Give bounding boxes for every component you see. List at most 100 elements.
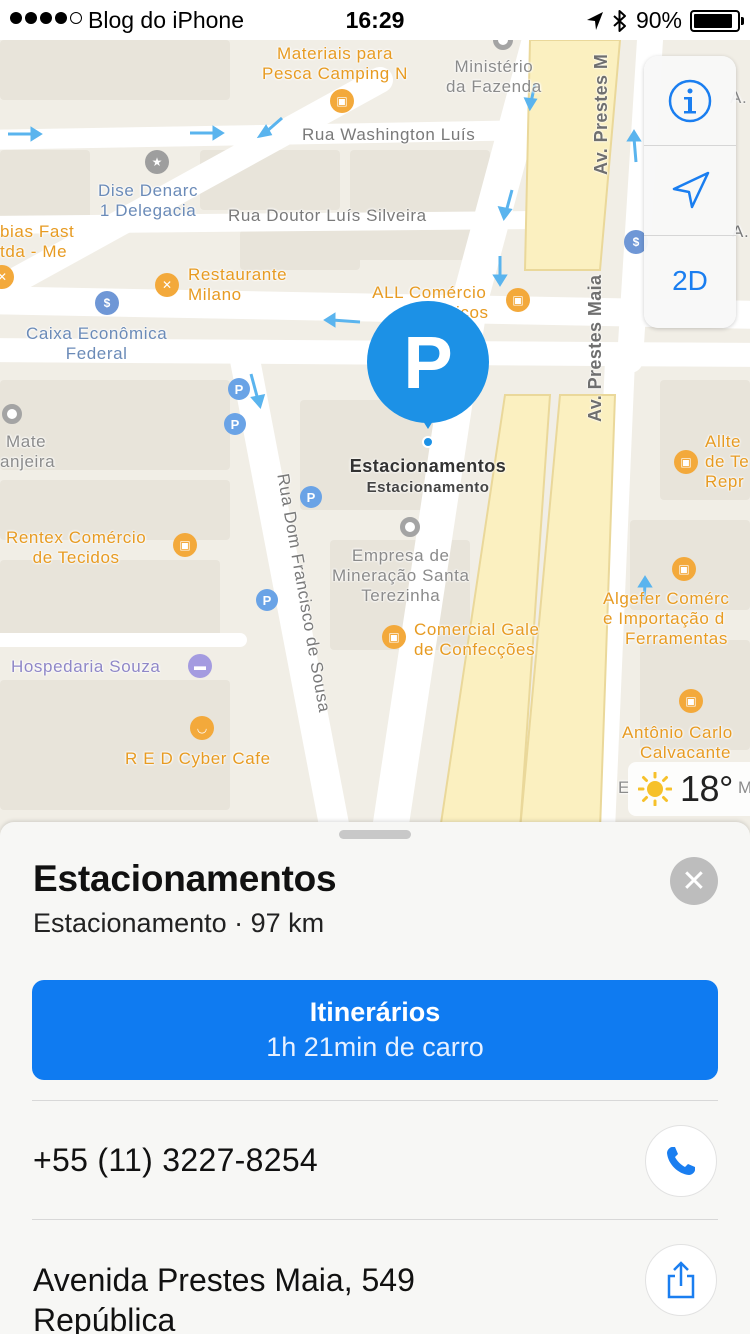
divider (32, 1100, 718, 1101)
shopping-bag-icon[interactable]: ▣ (330, 89, 354, 113)
parking-icon[interactable]: P (256, 589, 278, 611)
poi-empresa-line3: Terezinha (361, 586, 441, 605)
poi-empresa-line2: Mineração Santa (332, 566, 470, 585)
poi-empresa-label[interactable]: Empresa de Mineração Santa Terezinha (332, 546, 470, 606)
directions-duration: 1h 21min de carro (266, 1032, 484, 1062)
sun-icon (638, 772, 672, 806)
bed-icon[interactable]: ▬ (188, 654, 212, 678)
map-view[interactable]: Materiais para Pesca Camping N ▣ Ministé… (0, 0, 750, 830)
poi-alltex-line1: Allte (705, 432, 742, 451)
shopping-bag-icon[interactable]: ▣ (672, 557, 696, 581)
share-icon (667, 1261, 695, 1299)
battery-percent: 90% (635, 7, 682, 33)
poi-materiais-label[interactable]: Materiais para Pesca Camping N (262, 44, 408, 84)
street-av-prestes-mid: Av. Prestes Maia (585, 274, 605, 422)
poi-red-cyber-cafe[interactable]: R E D Cyber Cafe (125, 749, 271, 769)
poi-materiais-line2: Pesca Camping N (262, 64, 409, 83)
poi-algefer-line2: e Importação d (603, 609, 725, 628)
poi-dise-label[interactable]: Dise Denarc 1 Delegacia (98, 181, 198, 221)
bank-icon[interactable]: $ (95, 291, 119, 315)
poi-bias-label[interactable]: bias Fast tda - Me (0, 222, 74, 262)
poi-rentex-line2: de Tecidos (32, 548, 120, 567)
phone-icon (667, 1147, 695, 1175)
landmark-icon[interactable] (400, 517, 420, 537)
directions-button[interactable]: Itinerários 1h 21min de carro (32, 980, 718, 1080)
fork-knife-icon[interactable]: ✕ (155, 273, 179, 297)
poi-empresa-line1: Empresa de (351, 546, 450, 565)
share-button[interactable] (645, 1244, 717, 1316)
shopping-bag-icon[interactable]: ▣ (674, 450, 698, 474)
poi-antonio-line2: Calvacante (640, 743, 732, 762)
poi-ministerio-line1: Ministério (454, 57, 534, 76)
poi-comercial-line1: Comercial Gale (414, 620, 540, 639)
place-card[interactable]: Estacionamentos ✕ Estacionamento · 97 km… (0, 822, 750, 1334)
poi-caixa-line1: Caixa Econômica (26, 324, 168, 343)
status-right: 90% (586, 7, 744, 34)
parking-icon[interactable]: P (228, 378, 250, 400)
address-line-2[interactable]: República (33, 1302, 175, 1334)
poi-dise-line2: 1 Delegacia (99, 201, 197, 220)
poi-alltex-line2: de Te (705, 452, 750, 471)
address-line-1[interactable]: Avenida Prestes Maia, 549 (33, 1262, 415, 1299)
street-doutor-luis-silveira: Rua Doutor Luís Silveira (228, 206, 427, 225)
poi-rentex-label[interactable]: Rentex Comércio de Tecidos (6, 528, 146, 568)
poi-mate-label[interactable]: Mate anjeira (0, 432, 55, 472)
close-icon: ✕ (681, 864, 707, 898)
pin-subtitle: Estacionamento (366, 479, 490, 496)
parking-pin[interactable]: P (367, 301, 489, 451)
police-badge-icon[interactable]: ★ (145, 150, 169, 174)
poi-ministerio-line2: da Fazenda (446, 77, 542, 96)
poi-antonio-line1: Antônio Carlo (622, 723, 733, 742)
location-button[interactable] (644, 146, 736, 236)
directions-label: Itinerários (309, 997, 441, 1027)
weather-widget[interactable]: 18° (628, 762, 750, 816)
place-title: Estacionamentos (33, 858, 337, 899)
poi-ministerio-label[interactable]: Ministério da Fazenda (446, 57, 542, 97)
coffee-cup-icon[interactable]: ◡ (190, 716, 214, 740)
poi-caixa-line2: Federal (65, 344, 128, 363)
info-button[interactable] (644, 56, 736, 146)
shopping-bag-icon[interactable]: ▣ (382, 625, 406, 649)
poi-comercial-label[interactable]: Comercial Gale de Confecções (414, 620, 540, 660)
poi-hospedaria-label[interactable]: Hospedaria Souza (11, 657, 160, 677)
poi-rentex-line1: Rentex Comércio (6, 528, 147, 547)
poi-restaurante-label[interactable]: Restaurante Milano (188, 265, 287, 305)
weather-edge-m: M (738, 778, 750, 797)
poi-alltex-label[interactable]: Allte de Te Repr (705, 432, 749, 492)
toggle-2d-button[interactable]: 2D (644, 236, 736, 326)
poi-bias-line2: tda - Me (0, 242, 68, 261)
poi-algefer-line1: Algefer Comérc (603, 589, 730, 608)
location-services-icon (586, 11, 603, 30)
poi-dise-line1: Dise Denarc (98, 181, 199, 200)
bluetooth-icon (613, 9, 626, 32)
poi-bias-line1: bias Fast (0, 222, 75, 241)
map-controls: 2D (644, 56, 736, 328)
shopping-bag-icon[interactable]: ▣ (679, 689, 703, 713)
poi-caixa-label[interactable]: Caixa Econômica Federal (26, 324, 167, 364)
status-bar: Blog do iPhone 16:29 90% (0, 0, 750, 40)
poi-antonio-label[interactable]: Antônio Carlo Calvacante (622, 723, 733, 763)
poi-materiais-line1: Materiais para (276, 44, 394, 63)
close-button[interactable]: ✕ (670, 857, 718, 905)
pin-tip (418, 413, 438, 429)
place-subtitle: Estacionamento · 97 km (33, 908, 325, 938)
poi-restaurante-line1: Restaurante (188, 265, 288, 284)
poi-algefer-line3: Ferramentas (625, 629, 728, 648)
street-washington-luis: Rua Washington Luís (302, 125, 476, 144)
call-button[interactable] (645, 1125, 717, 1197)
landmark-icon[interactable] (2, 404, 22, 424)
street-av-prestes-top: Av. Prestes M (591, 53, 611, 175)
phone-number[interactable]: +55 (11) 3227-8254 (33, 1142, 318, 1179)
pin-location-dot (422, 436, 434, 448)
battery-icon (690, 9, 744, 32)
parking-pin-letter: P (367, 301, 489, 423)
divider (32, 1219, 718, 1220)
shopping-bag-icon[interactable]: ▣ (506, 288, 530, 312)
sheet-grabber[interactable] (339, 830, 411, 839)
poi-comercial-line2: de Confecções (414, 640, 536, 659)
poi-restaurante-line2: Milano (188, 285, 242, 304)
parking-icon[interactable]: P (224, 413, 246, 435)
poi-algefer-label[interactable]: Algefer Comérc e Importação d Ferramenta… (603, 589, 730, 649)
poi-mate-line2: anjeira (0, 452, 56, 471)
shopping-bag-icon[interactable]: ▣ (173, 533, 197, 557)
